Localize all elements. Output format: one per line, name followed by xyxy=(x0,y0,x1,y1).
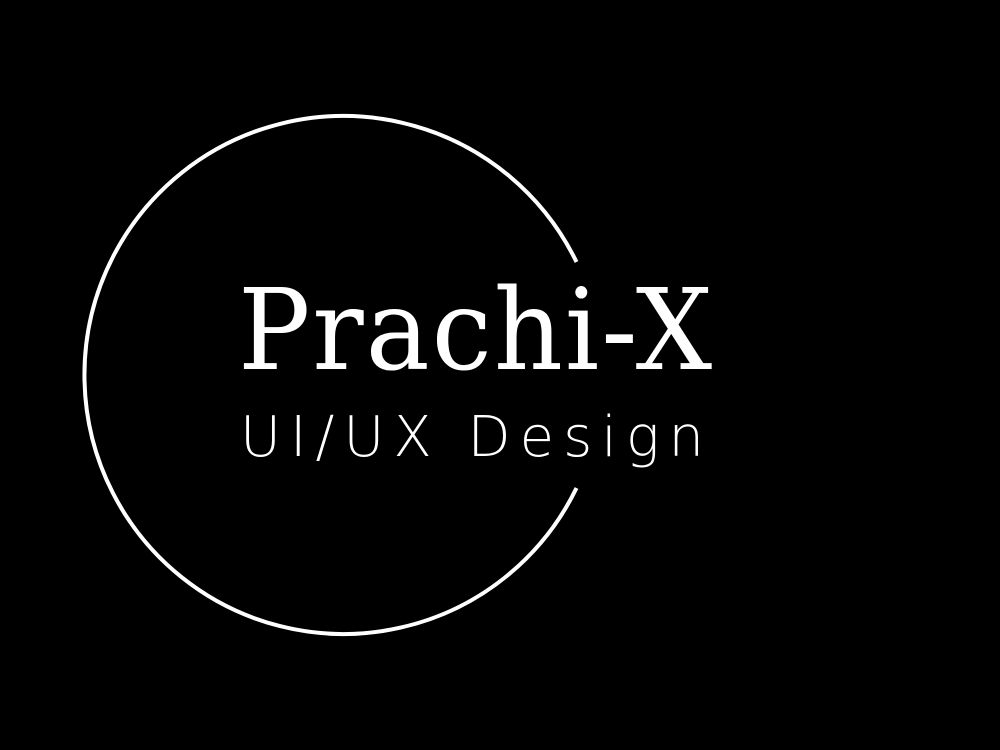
brand-name: Prachi-X xyxy=(238,266,715,396)
brand-tagline: UI/UX Design xyxy=(240,405,713,470)
logo-canvas: Prachi-X UI/UX Design xyxy=(0,0,1000,750)
